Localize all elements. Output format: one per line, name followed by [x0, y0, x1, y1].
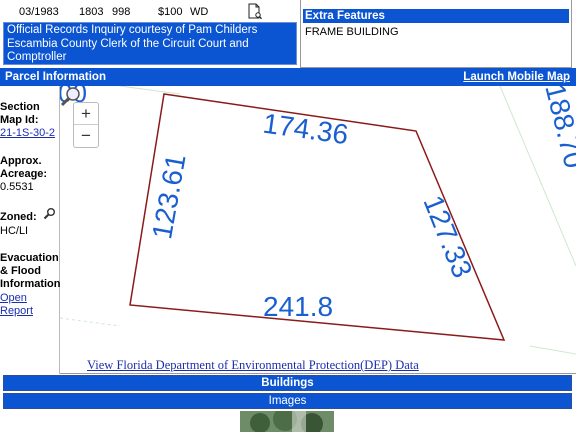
sale-type: WD: [190, 6, 209, 18]
document-search-icon[interactable]: [248, 3, 262, 20]
dep-data-link[interactable]: View Florida Department of Environmental…: [87, 358, 419, 373]
extra-feature-item: FRAME BUILDING: [305, 26, 399, 38]
property-photo[interactable]: [240, 411, 334, 432]
neighbor-parcel-line: [60, 317, 121, 327]
sale-price: $100: [158, 6, 183, 18]
section-map-id-label-2: Map Id:: [0, 114, 39, 126]
zoom-out-button[interactable]: −: [74, 125, 98, 147]
open-report-link-2[interactable]: Report: [0, 305, 33, 318]
evacuation-label-3: Information: [0, 278, 61, 290]
dimension-right-label: 127.33: [417, 191, 478, 282]
parcel-map-canvas[interactable]: 174.36 123.61 127.33 241.8 188.70 00: [60, 86, 576, 374]
zoned-value: HC/LI: [0, 225, 29, 237]
open-report-link-1[interactable]: Open: [0, 292, 27, 305]
evacuation-label-1: Evacuation: [0, 252, 59, 264]
official-records-notice[interactable]: Official Records Inquiry courtesy of Pam…: [3, 22, 297, 65]
section-map-id-label-1: Section: [0, 101, 40, 113]
neighbor-parcel-line: [119, 86, 181, 95]
official-records-text: Official Records Inquiry courtesy of Pam…: [7, 24, 258, 63]
sales-record-row: 03/1983 1803 998 $100 WD: [0, 0, 298, 22]
parcel-information-bar: Parcel Information Launch Mobile Map: [0, 68, 576, 86]
section-map-id-link[interactable]: 21-1S-30-2: [0, 127, 55, 140]
zoning-search-icon[interactable]: [43, 207, 56, 220]
dimension-top-label: 174.36: [261, 108, 350, 151]
sale-date: 03/1983: [19, 6, 59, 18]
acreage-label-2: Acreage:: [0, 168, 48, 180]
parcel-info-panel: Section Map Id: 21-1S-30-2 Approx. Acrea…: [0, 86, 61, 374]
dimension-far-right-label: 188.70: [539, 86, 576, 171]
dep-search-icon[interactable]: [60, 86, 82, 108]
extra-features-panel: Extra Features FRAME BUILDING: [300, 0, 572, 68]
buildings-section-button[interactable]: Buildings: [3, 375, 572, 391]
extra-features-header: Extra Features: [303, 9, 569, 23]
images-section-button[interactable]: Images: [3, 393, 572, 409]
dimension-bottom-label: 241.8: [263, 291, 333, 322]
parcel-map[interactable]: 174.36 123.61 127.33 241.8 188.70 00 + −…: [60, 86, 576, 374]
sale-book[interactable]: 1803: [79, 6, 103, 18]
neighbor-parcel-line: [529, 345, 576, 355]
evacuation-label-2: & Flood: [0, 265, 41, 277]
launch-mobile-map-link[interactable]: Launch Mobile Map: [463, 68, 570, 86]
zoned-label: Zoned:: [0, 211, 37, 223]
zoom-control: + −: [73, 102, 99, 148]
property-photo-image: [240, 411, 334, 432]
sale-page[interactable]: 998: [112, 6, 130, 18]
parcel-information-title: Parcel Information: [5, 71, 106, 83]
acreage-label-1: Approx.: [0, 155, 42, 167]
acreage-value: 0.5531: [0, 181, 34, 193]
